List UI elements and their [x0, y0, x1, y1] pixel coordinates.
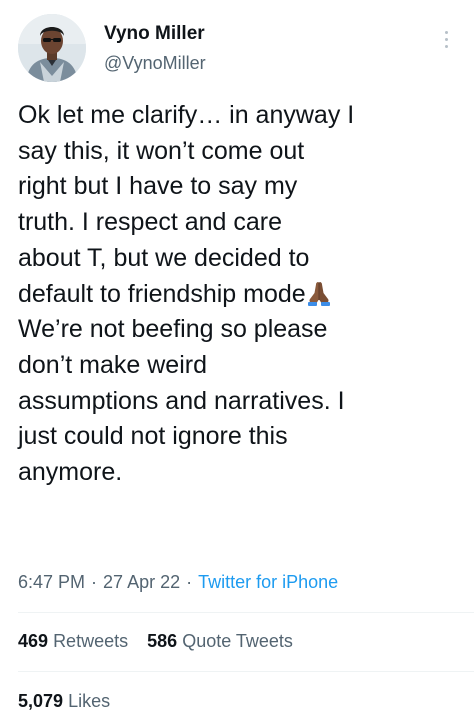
quote-tweets-label: Quote Tweets — [182, 631, 293, 651]
tweet-text-line: We’re not beefing so please — [18, 315, 328, 344]
divider — [18, 612, 474, 613]
tweet-date[interactable]: 27 Apr 22 — [103, 572, 180, 592]
meta-separator: · — [186, 572, 193, 592]
tweet-text-line: right but I have to say my — [18, 172, 298, 201]
tweet-text-line: about T, but we decided to — [18, 243, 310, 272]
tweet-meta: 6:47 PM · 27 Apr 22 · Twitter for iPhone — [18, 569, 338, 595]
likes-stat-row: 5,079 Likes — [18, 688, 124, 714]
avatar[interactable] — [18, 14, 86, 82]
tweet-text: Ok let me clarify… in anyway I say this,… — [18, 98, 463, 491]
quote-tweets-stat[interactable]: 586 Quote Tweets — [147, 631, 293, 651]
tweet-text-line: assumptions and narratives. I — [18, 386, 345, 415]
likes-count: 5,079 — [18, 691, 64, 711]
folded-hands-emoji-icon — [306, 279, 332, 307]
quote-tweets-count: 586 — [147, 631, 178, 651]
tweet-source-link[interactable]: Twitter for iPhone — [198, 572, 338, 592]
likes-stat[interactable]: 5,079 Likes — [18, 691, 110, 711]
author-block: Vyno Miller @VynoMiller — [104, 22, 206, 75]
divider — [18, 671, 474, 672]
tweet-text-line: say this, it won’t come out — [18, 136, 305, 165]
tweet-detail: Vyno Miller @VynoMiller Ok let me clarif… — [0, 0, 474, 727]
tweet-header: Vyno Miller @VynoMiller — [18, 14, 456, 86]
retweets-stat[interactable]: 469 Retweets — [18, 631, 128, 651]
retweets-count: 469 — [18, 631, 49, 651]
meta-separator: · — [91, 572, 98, 592]
tweet-text-line: truth. I respect and care — [18, 208, 283, 237]
more-options-icon[interactable] — [442, 28, 452, 52]
author-display-name[interactable]: Vyno Miller — [104, 22, 206, 46]
tweet-time[interactable]: 6:47 PM — [18, 572, 85, 592]
likes-label: Likes — [68, 691, 111, 711]
author-handle[interactable]: @VynoMiller — [104, 51, 206, 75]
tweet-text-line-with-emoji: default to friendship mode — [18, 277, 463, 313]
tweet-text-line: Ok let me clarify… in anyway I — [18, 101, 355, 129]
tweet-text-line: just could not ignore this — [18, 422, 288, 451]
tweet-text-line: anymore. — [18, 458, 123, 487]
retweets-label: Retweets — [53, 631, 129, 651]
tweet-text-segment: default to friendship mode — [18, 279, 306, 308]
tweet-text-line: don’t make weird — [18, 350, 207, 379]
avatar-image — [18, 14, 86, 82]
tweet-stats: 469 Retweets 586 Quote Tweets — [18, 628, 307, 654]
